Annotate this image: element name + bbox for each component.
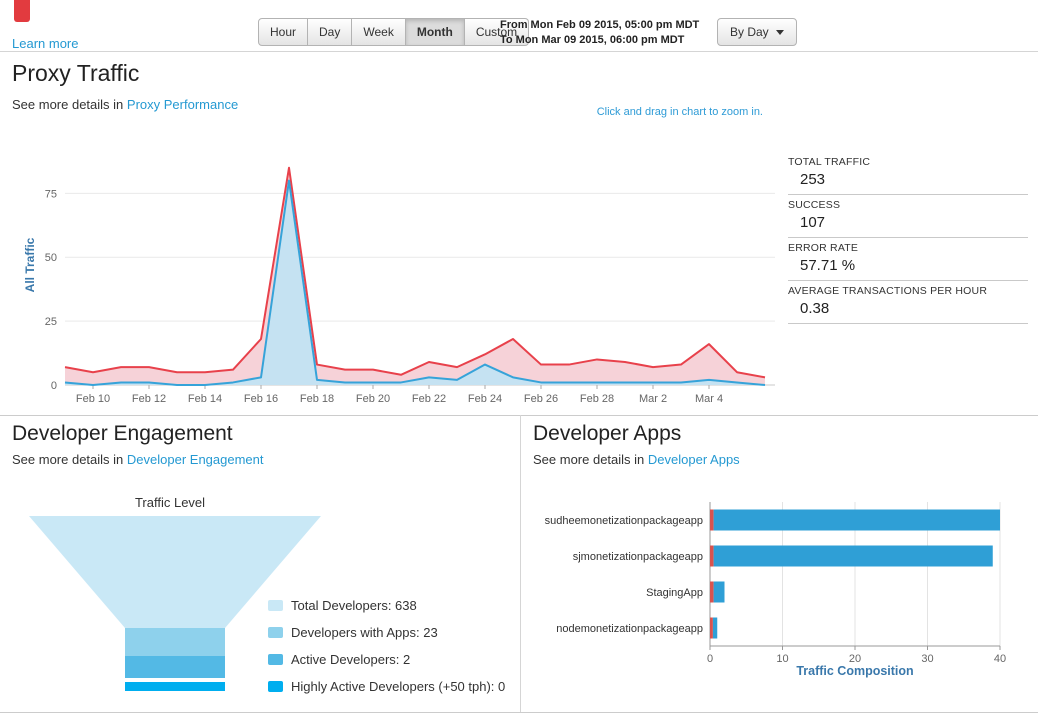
svg-text:Mar 4: Mar 4 bbox=[695, 393, 723, 405]
svg-text:sudheemonetizationpackageapp: sudheemonetizationpackageapp bbox=[545, 515, 703, 527]
developer-engagement-title: Developer Engagement bbox=[12, 422, 233, 445]
stat-label: ERROR RATE bbox=[788, 242, 859, 254]
legend-swatch bbox=[268, 654, 283, 665]
legend-item: Developers with Apps: 23 bbox=[268, 623, 505, 642]
legend-swatch bbox=[268, 600, 283, 611]
topbar-divider bbox=[0, 51, 1038, 52]
granularity-label: By Day bbox=[730, 25, 769, 39]
legend-item: Highly Active Developers (+50 tph): 0 bbox=[268, 677, 505, 696]
date-range-from: From Mon Feb 09 2015, 05:00 pm MDT bbox=[500, 19, 700, 31]
analytics-dashboard: Learn more Hour Day Week Month Custom Fr… bbox=[0, 0, 1038, 717]
svg-text:Feb 28: Feb 28 bbox=[580, 393, 614, 405]
stat-value: 107 bbox=[800, 214, 826, 231]
bottom-divider bbox=[0, 712, 1038, 713]
panel-divider bbox=[520, 415, 521, 712]
time-range-week-button[interactable]: Week bbox=[352, 18, 406, 46]
svg-text:Feb 18: Feb 18 bbox=[300, 393, 334, 405]
time-range-day-button[interactable]: Day bbox=[308, 18, 353, 46]
stat-label: SUCCESS bbox=[788, 199, 841, 211]
granularity-dropdown[interactable]: By Day bbox=[717, 18, 797, 46]
logo bbox=[14, 0, 30, 22]
proxy-traffic-subtitle: See more details in Proxy Performance bbox=[12, 97, 238, 112]
x-axis-label: Traffic Composition bbox=[796, 664, 914, 678]
time-range-button-group: Hour Day Week Month Custom bbox=[258, 18, 530, 46]
stat-error-rate: ERROR RATE 57.71 % bbox=[788, 238, 1028, 281]
svg-text:Feb 10: Feb 10 bbox=[76, 393, 110, 405]
developer-apps-chart: 0 10 20 30 40sudheemonetizationpackageappsjm… bbox=[545, 502, 1006, 665]
developer-apps-link[interactable]: Developer Apps bbox=[648, 452, 740, 467]
legend-item: Active Developers: 2 bbox=[268, 650, 505, 669]
legend-swatch bbox=[268, 627, 283, 638]
stat-total-traffic: TOTAL TRAFFIC 253 bbox=[788, 152, 1028, 195]
zoom-hint: Click and drag in chart to zoom in. bbox=[596, 106, 763, 118]
proxy-traffic-chart[interactable]: 0 25 50 75 Feb 10 Feb 12 Feb 14 Feb 16 Feb 18 Feb… bbox=[10, 147, 785, 409]
date-range-to: To Mon Mar 09 2015, 06:00 pm MDT bbox=[500, 34, 685, 46]
svg-text:Feb 16: Feb 16 bbox=[244, 393, 278, 405]
svg-text:Feb 26: Feb 26 bbox=[524, 393, 558, 405]
proxy-traffic-title: Proxy Traffic bbox=[12, 60, 140, 86]
legend-label: Developers with Apps: 23 bbox=[291, 625, 438, 640]
svg-text:Feb 24: Feb 24 bbox=[468, 393, 502, 405]
traffic-stats-panel: TOTAL TRAFFIC 253 SUCCESS 107 ERROR RATE… bbox=[788, 152, 1028, 324]
time-range-hour-button[interactable]: Hour bbox=[258, 18, 309, 46]
legend-swatch bbox=[268, 681, 283, 692]
stat-avg-tph: AVERAGE TRANSACTIONS PER HOUR 0.38 bbox=[788, 281, 1028, 324]
date-range: From Mon Feb 09 2015, 05:00 pm MDT To Mo… bbox=[500, 18, 699, 48]
subtitle-prefix: See more details in bbox=[12, 97, 124, 112]
legend-label: Highly Active Developers (+50 tph): 0 bbox=[291, 679, 506, 694]
svg-text:Feb 14: Feb 14 bbox=[188, 393, 222, 405]
funnel-legend: Total Developers: 638 Developers with Ap… bbox=[268, 596, 505, 704]
developer-apps-subtitle: See more details in Developer Apps bbox=[533, 452, 740, 467]
svg-text:Feb 12: Feb 12 bbox=[132, 393, 166, 405]
legend-label: Active Developers: 2 bbox=[291, 652, 411, 667]
legend-item: Total Developers: 638 bbox=[268, 596, 505, 615]
svg-text:Feb 22: Feb 22 bbox=[412, 393, 446, 405]
subtitle-prefix: See more details in bbox=[533, 452, 645, 467]
svg-text:sjmonetizationpackageapp: sjmonetizationpackageapp bbox=[573, 551, 703, 563]
proxy-performance-link[interactable]: Proxy Performance bbox=[127, 97, 238, 112]
svg-text:Mar 2: Mar 2 bbox=[639, 393, 667, 405]
svg-text:StagingApp: StagingApp bbox=[646, 587, 703, 599]
time-range-month-button[interactable]: Month bbox=[405, 18, 465, 46]
learn-more-link[interactable]: Learn more bbox=[12, 36, 78, 51]
developer-apps-title: Developer Apps bbox=[533, 422, 682, 445]
stat-label: AVERAGE TRANSACTIONS PER HOUR bbox=[788, 285, 988, 297]
svg-text:25: 25 bbox=[45, 316, 57, 328]
developer-engagement-link[interactable]: Developer Engagement bbox=[127, 452, 264, 467]
stat-value: 0.38 bbox=[800, 300, 830, 317]
subtitle-prefix: See more details in bbox=[12, 452, 124, 467]
svg-text:50: 50 bbox=[45, 252, 57, 264]
svg-text:nodemonetizationpackageapp: nodemonetizationpackageapp bbox=[556, 623, 703, 635]
stat-value: 253 bbox=[800, 171, 826, 188]
svg-text:Feb 20: Feb 20 bbox=[356, 393, 390, 405]
stat-label: TOTAL TRAFFIC bbox=[788, 156, 871, 168]
stat-value: 57.71 % bbox=[800, 257, 856, 274]
svg-text:75: 75 bbox=[45, 188, 57, 200]
developer-engagement-subtitle: See more details in Developer Engagement bbox=[12, 452, 264, 467]
funnel-title: Traffic Level bbox=[134, 495, 206, 510]
caret-down-icon bbox=[775, 29, 784, 35]
legend-label: Total Developers: 638 bbox=[291, 598, 417, 613]
stat-success: SUCCESS 107 bbox=[788, 195, 1028, 238]
svg-text:0: 0 bbox=[51, 380, 57, 392]
section-divider bbox=[0, 415, 1038, 416]
